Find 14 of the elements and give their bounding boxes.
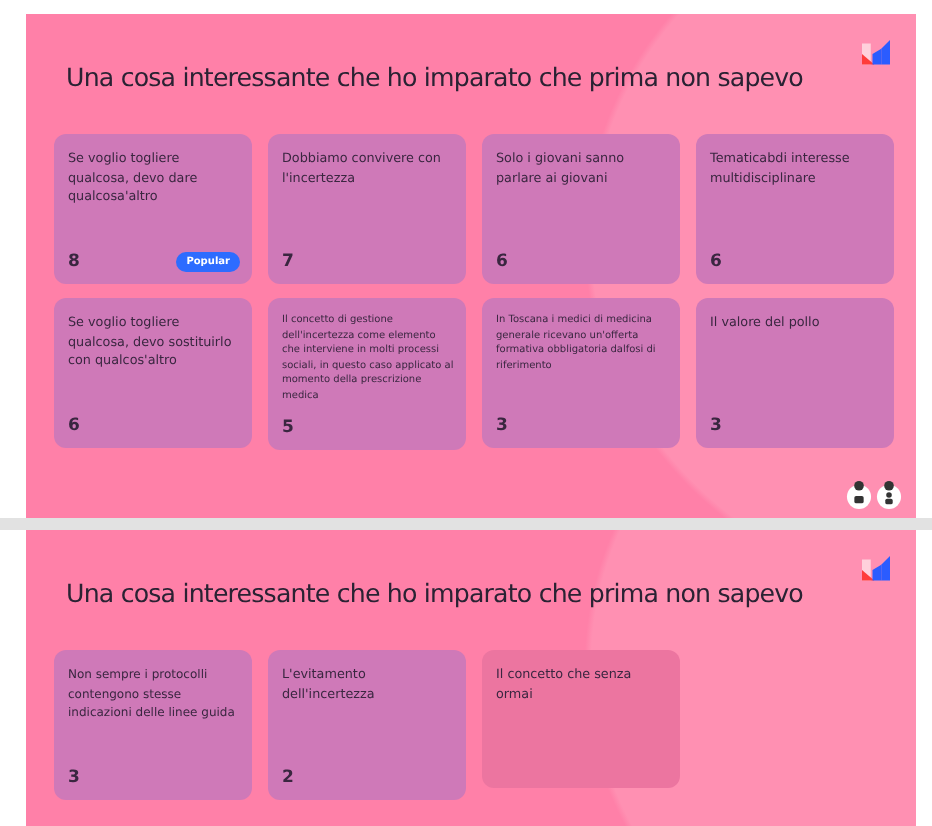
logo-icon <box>862 556 890 584</box>
vote-count: 6 <box>496 252 508 272</box>
vote-count: 6 <box>710 252 722 272</box>
vote-count: 2 <box>282 768 294 788</box>
vote-count: 8 <box>68 252 80 272</box>
vote-count: 3 <box>68 768 80 788</box>
logo-icon <box>862 40 890 68</box>
vote-count: 6 <box>68 416 80 436</box>
slide-title: Una cosa interessante che ho imparato che prima non sapevo <box>66 578 803 608</box>
vote-count: 7 <box>282 252 294 272</box>
vote-count: 3 <box>710 416 722 436</box>
vote-count: 3 <box>496 416 508 436</box>
slide-title: Una cosa interessante che ho imparato che prima non sapevo <box>66 62 803 92</box>
vote-count: 5 <box>282 417 294 438</box>
